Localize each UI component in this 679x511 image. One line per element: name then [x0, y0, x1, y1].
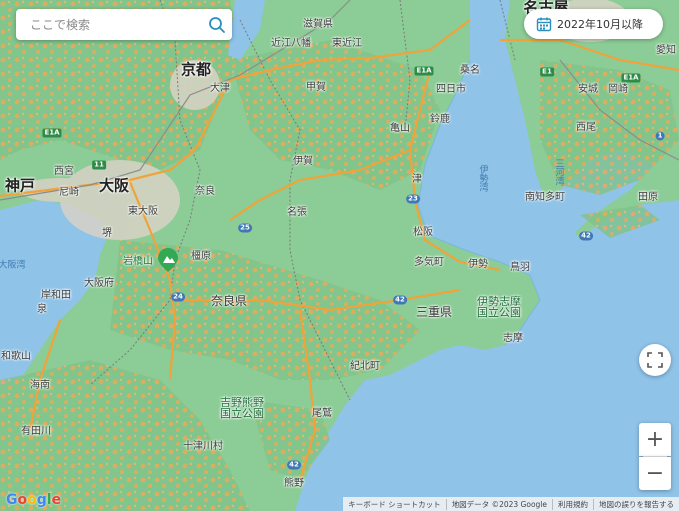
label-osaka: 大阪 [98, 176, 130, 195]
route-shield: E1A [621, 73, 641, 83]
label-shima: 志摩 [503, 333, 523, 344]
route-shield: 42 [287, 460, 301, 470]
route-shield: 42 [393, 295, 407, 305]
fullscreen-icon [647, 352, 663, 368]
label-kishiwada: 岸和田 [41, 290, 71, 301]
label-amagasaki: 尼崎 [59, 187, 79, 198]
label-ise-bay: 伊勢湾 [477, 164, 488, 192]
label-omihachiman: 近江八幡 [271, 38, 311, 49]
label-kobe: 神戸 [4, 176, 36, 195]
label-osaka-pref: 大阪府 [84, 278, 114, 289]
label-kameyama: 亀山 [390, 123, 410, 134]
label-okazaki: 岡崎 [608, 84, 628, 95]
label-arida: 有田川 [21, 426, 51, 437]
label-higashiomi: 東近江 [332, 38, 362, 49]
search-button[interactable] [202, 10, 232, 40]
route-shield: 25 [238, 223, 252, 233]
label-nara: 奈良 [195, 186, 215, 197]
label-matsusaka: 松阪 [413, 227, 433, 238]
label-mikawa-bay: 三河湾 [553, 158, 564, 186]
search-input[interactable] [28, 16, 202, 33]
label-shiga: 滋賀県 [303, 19, 333, 30]
label-higashiosaka: 東大阪 [128, 206, 158, 217]
google-logo[interactable]: Google [6, 492, 61, 508]
map-terrain [0, 0, 679, 511]
label-iga: 伊賀 [293, 156, 313, 167]
label-nara-pref: 奈良県 [210, 294, 248, 308]
label-osaka-bay: 大阪湾 [0, 260, 26, 271]
date-filter-button[interactable]: 2022年10月以降 [524, 9, 663, 39]
label-kashihara: 橿原 [191, 251, 211, 262]
search-icon [209, 16, 225, 33]
route-shield: E1 [540, 67, 554, 77]
label-kainan: 海南 [30, 380, 50, 391]
label-iwahashi: 岩橋山 [123, 256, 153, 267]
label-otsu: 大津 [210, 83, 230, 94]
fullscreen-button[interactable] [639, 344, 671, 376]
label-toba: 鳥羽 [510, 262, 530, 273]
label-ise: 伊勢 [468, 259, 488, 270]
route-shield: 23 [406, 194, 420, 204]
label-izumisano: 泉 [37, 304, 47, 315]
label-totsukawa: 十津川村 [183, 441, 223, 452]
date-filter-label: 2022年10月以降 [557, 18, 643, 31]
label-taki: 多気町 [414, 257, 444, 268]
label-kuwana: 桑名 [460, 65, 480, 76]
label-kyoto: 京都 [180, 60, 212, 79]
calendar-icon [536, 16, 552, 32]
label-sakai: 堺 [102, 228, 112, 239]
route-shield: 42 [579, 231, 593, 241]
zoom-out-button[interactable]: − [639, 457, 671, 490]
label-suzuka: 鈴鹿 [430, 114, 450, 125]
route-shield: E1A [414, 66, 434, 76]
zoom-in-button[interactable]: + [639, 423, 671, 456]
label-kihoku: 紀北町 [350, 361, 380, 372]
route-shield: 11 [92, 160, 106, 170]
map-data-text: 地図データ ©2023 Google [445, 498, 552, 510]
label-nishio: 西尾 [576, 122, 596, 133]
label-kohoku: 甲賀 [306, 82, 326, 93]
label-tahara: 田原 [638, 192, 658, 203]
label-wakayama: 和歌山 [1, 351, 31, 362]
report-error-link[interactable]: 地図の誤りを報告する [593, 498, 679, 510]
map-canvas[interactable]: 11 E1A E1A E1A E1 25 23 24 42 42 42 1 京都… [0, 0, 679, 511]
label-kumano: 熊野 [284, 478, 304, 489]
label-yokkaichi: 四日市 [436, 84, 466, 95]
label-minamichita: 南知多町 [525, 192, 565, 203]
label-anjo: 安城 [578, 84, 598, 95]
route-shield: 1 [655, 131, 665, 141]
label-mie-pref: 三重県 [415, 305, 453, 319]
label-aichi: 愛知 [656, 45, 676, 56]
label-nabari: 名張 [287, 207, 307, 218]
label-ise-park: 伊勢志摩 国立公園 [477, 295, 521, 319]
label-tsu: 津 [412, 174, 422, 185]
keyboard-shortcuts-link[interactable]: キーボード ショートカット [343, 499, 445, 510]
label-nishinomiya: 西宮 [54, 166, 74, 177]
terms-link[interactable]: 利用規約 [552, 498, 593, 510]
attribution-bar: キーボード ショートカット 地図データ ©2023 Google 利用規約 地図… [343, 497, 679, 511]
route-shield: E1A [42, 128, 62, 138]
label-yoshino-park: 吉野熊野 国立公園 [220, 396, 264, 420]
label-owase: 尾鷲 [312, 408, 332, 419]
route-shield: 24 [171, 292, 185, 302]
search-box [16, 9, 232, 40]
